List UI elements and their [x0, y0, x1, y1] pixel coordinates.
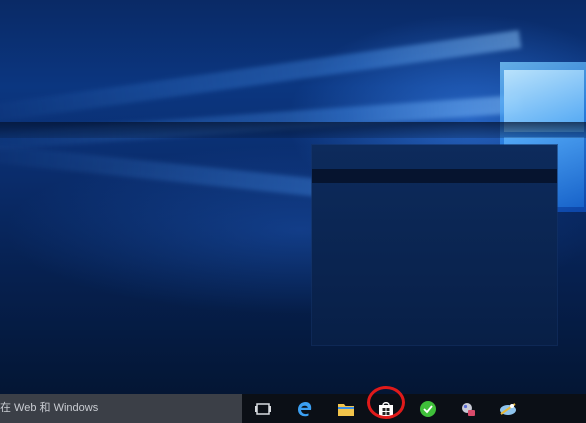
desktop-wallpaper [0, 0, 586, 394]
task-view-icon[interactable] [253, 399, 273, 419]
edge-icon[interactable] [295, 399, 315, 419]
search-input[interactable]: 在 Web 和 Windows [0, 394, 242, 423]
store-icon[interactable] [376, 399, 396, 419]
search-placeholder: 在 Web 和 Windows [0, 402, 99, 414]
taskbar: 在 Web 和 Windows [0, 394, 586, 423]
window-preview[interactable] [312, 145, 557, 345]
app-icon[interactable] [498, 399, 518, 419]
green-app-icon[interactable] [418, 399, 438, 419]
file-explorer-icon[interactable] [336, 399, 356, 419]
wallpaper-band [0, 122, 586, 138]
window-preview-bar [312, 169, 557, 183]
app-icon[interactable] [458, 399, 478, 419]
